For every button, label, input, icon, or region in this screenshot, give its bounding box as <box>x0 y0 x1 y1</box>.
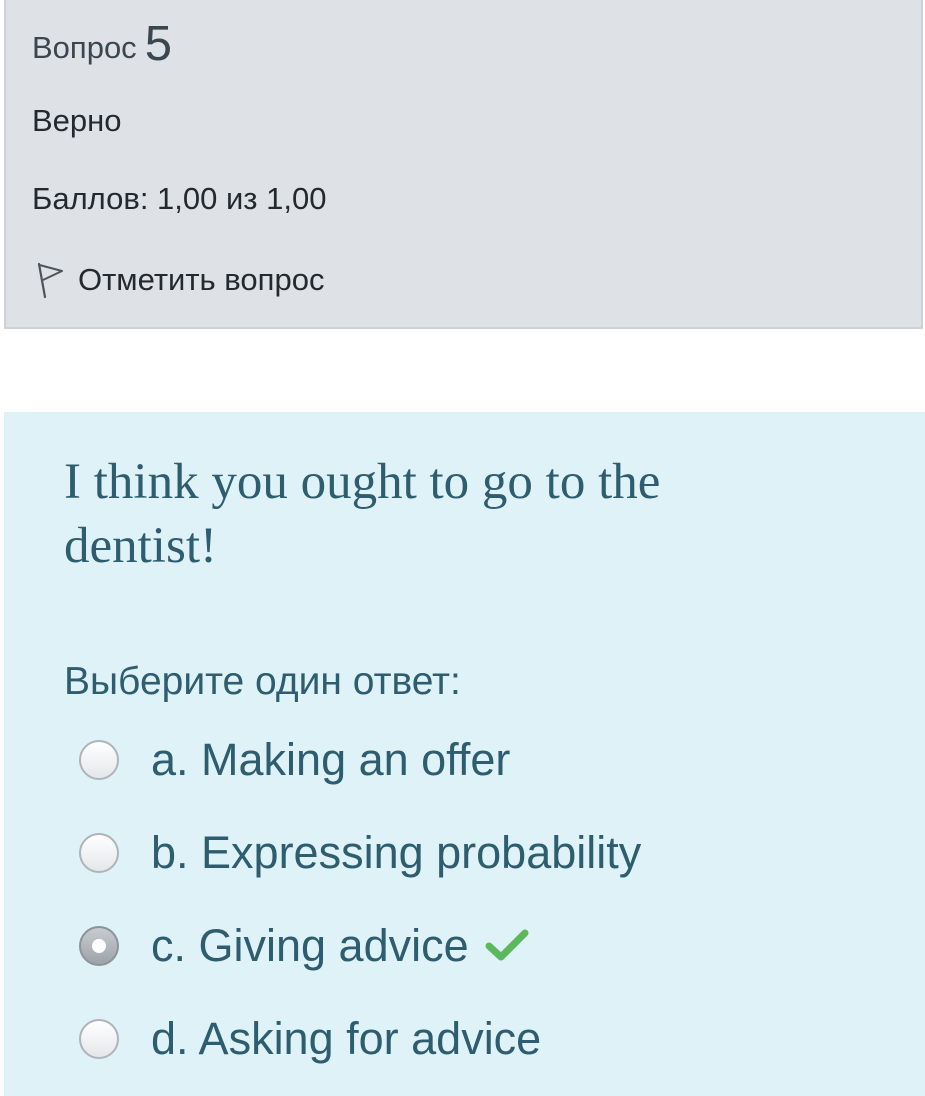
answer-option-d-label: d. Asking for advice <box>151 1013 542 1064</box>
question-label: Вопрос <box>32 30 137 65</box>
question-grade: Баллов: 1,00 из 1,00 <box>32 181 327 216</box>
question-info-panel: Вопрос 5 Верно Баллов: 1,00 из 1,00 Отмет… <box>4 0 923 329</box>
answer-option-a-label: a. Making an offer <box>151 734 511 785</box>
flag-question-link[interactable]: Отметить вопрос <box>32 258 324 302</box>
check-icon <box>485 929 529 961</box>
answer-option-c-label: c. Giving advice <box>151 920 469 971</box>
answer-option-b-label: b. Expressing probability <box>151 827 642 878</box>
answer-option-b[interactable]: b. Expressing probability <box>79 823 641 883</box>
question-content-panel: I think you ought to go to the dentist! … <box>4 412 925 1096</box>
flag-outline-icon <box>37 262 63 299</box>
question-number: 5 <box>144 17 172 71</box>
answer-option-a[interactable]: a. Making an offer <box>79 730 510 790</box>
radio-c-selected[interactable] <box>79 926 119 966</box>
question-state: Верно <box>32 103 122 138</box>
radio-b[interactable] <box>79 833 119 873</box>
question-heading: Вопрос 5 <box>32 16 172 72</box>
question-text: I think you ought to go to the dentist! <box>64 454 661 574</box>
flag-question-label: Отметить вопрос <box>78 262 325 297</box>
answer-prompt: Выберите один ответ: <box>64 660 461 703</box>
answer-option-d[interactable]: d. Asking for advice <box>79 1009 541 1069</box>
radio-d[interactable] <box>79 1019 119 1059</box>
radio-a[interactable] <box>79 740 119 780</box>
answer-option-c[interactable]: c. Giving advice <box>79 916 529 976</box>
